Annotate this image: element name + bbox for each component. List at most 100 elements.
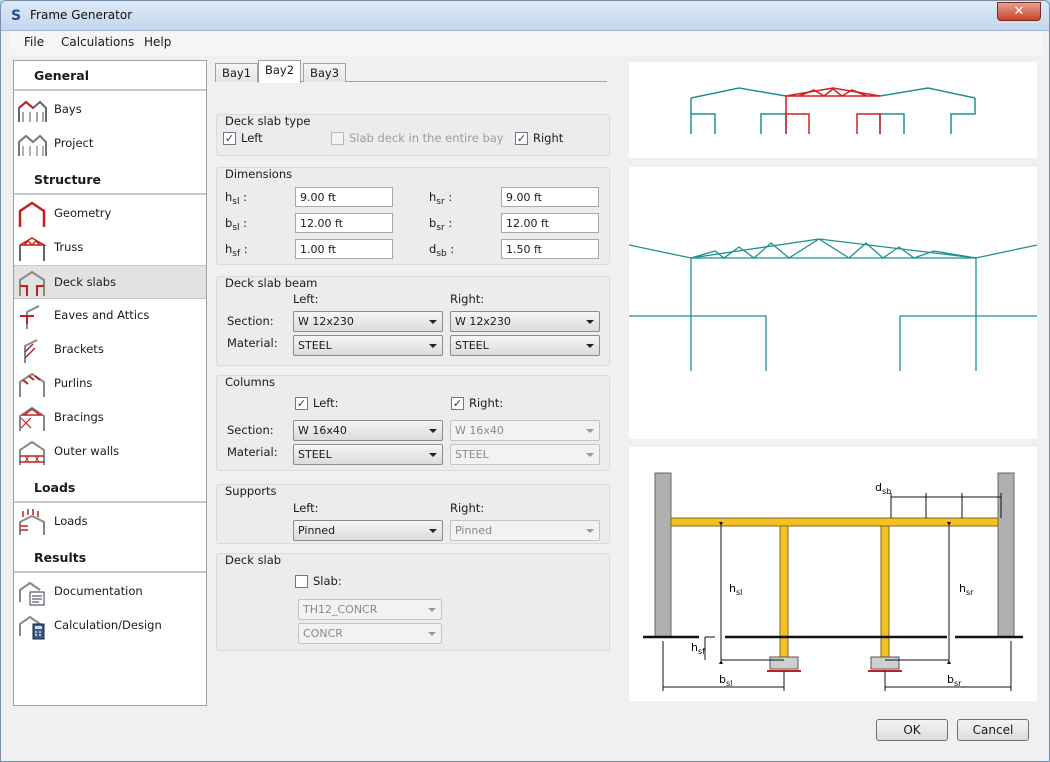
tab-bay3[interactable]: Bay3: [303, 63, 347, 82]
bsr-input[interactable]: 12.00 ft: [501, 213, 599, 233]
deck-right-checkbox[interactable]: ✓: [515, 132, 528, 145]
loads-icon: [19, 509, 45, 535]
deck-left-checkbox[interactable]: ✓: [223, 132, 236, 145]
supports-left-label: Left:: [293, 501, 319, 515]
cancel-button[interactable]: Cancel: [957, 719, 1029, 741]
tab-bay1[interactable]: Bay1: [215, 63, 259, 82]
sidebar-label-bays: Bays: [54, 102, 82, 116]
sidebar-item-deck-slabs[interactable]: Deck slabs: [14, 265, 206, 299]
front-preview: [628, 167, 1038, 439]
front-frame-drawing: [628, 238, 1038, 371]
columns-right-section-select[interactable]: W 16x40: [450, 420, 600, 441]
dim-hsr-label: hsr :: [429, 190, 453, 207]
slab-material-select[interactable]: CONCR: [298, 623, 442, 644]
sidebar-item-calculation-design[interactable]: Calculation/Design: [14, 609, 206, 643]
sidebar-label-eaves-attics: Eaves and Attics: [54, 308, 150, 322]
eaves-icon: [20, 305, 40, 329]
supports-left-select[interactable]: Pinned: [293, 520, 443, 541]
ok-button[interactable]: OK: [876, 719, 948, 741]
section-general: General: [14, 61, 206, 91]
hsf-input[interactable]: 1.00 ft: [295, 239, 393, 259]
columns-material-label: Material:: [227, 445, 278, 459]
section-loads: Loads: [14, 473, 206, 503]
beam-material-label: Material:: [227, 336, 278, 350]
columns-left-checkbox[interactable]: ✓: [295, 397, 308, 410]
menu-calculations[interactable]: Calculations: [61, 35, 134, 49]
sidebar-item-outer-walls[interactable]: Outer walls: [14, 435, 206, 469]
beam-left-section-select[interactable]: W 12x230: [293, 311, 443, 332]
sidebar-item-documentation[interactable]: Documentation: [14, 575, 206, 609]
deck-entire-checkbox[interactable]: [331, 132, 344, 145]
dsb-input[interactable]: 1.50 ft: [501, 239, 599, 259]
columns-left-section-select[interactable]: W 16x40: [293, 420, 443, 441]
bays-icon: [18, 100, 47, 122]
group-deck-slab-type: Deck slab type ✓ Left Slab deck in the e…: [216, 114, 610, 156]
columns-right-checkbox[interactable]: ✓: [451, 397, 464, 410]
purlins-icon: [19, 372, 45, 397]
group-supports: Supports Left: Right: Pinned Pinned: [216, 484, 610, 544]
overview-frame-drawing: [690, 87, 976, 134]
sidebar-item-project[interactable]: Project: [14, 127, 206, 161]
sidebar-item-bracings[interactable]: Bracings: [14, 401, 206, 435]
slab-label: Slab:: [313, 574, 342, 588]
beam-left-label: Left:: [293, 292, 319, 306]
columns-left-material-select[interactable]: STEEL: [293, 444, 443, 465]
truss-icon: [19, 237, 47, 261]
columns-left-label: Left:: [313, 396, 339, 410]
bay-tabs: Bay1 Bay2 Bay3: [215, 60, 607, 83]
sidebar-label-calculation-design: Calculation/Design: [54, 618, 162, 632]
hsl-input[interactable]: 9.00 ft: [295, 187, 393, 207]
beam-right-section-select[interactable]: W 12x230: [450, 311, 600, 332]
supports-right-select[interactable]: Pinned: [450, 520, 600, 541]
dim-hsf-label: hsf :: [225, 242, 248, 259]
deck-slabs-icon: [19, 270, 45, 296]
calculator-icon: [19, 615, 45, 640]
bsr-dim-label: bsr: [947, 673, 962, 688]
bsl-dim-label: bsl: [719, 673, 732, 688]
sidebar-item-eaves-attics[interactable]: Eaves and Attics: [14, 299, 206, 333]
group-title-columns: Columns: [225, 375, 276, 389]
columns-section-label: Section:: [227, 423, 274, 437]
supports-right-label: Right:: [450, 501, 485, 515]
slab-thickness-select[interactable]: TH12_CONCR: [298, 599, 442, 620]
dim-hsl-label: hsl :: [225, 190, 248, 207]
menu-bar: File Calculations Help: [9, 31, 1043, 55]
hsr-input[interactable]: 9.00 ft: [501, 187, 599, 207]
sidebar-label-brackets: Brackets: [54, 342, 104, 356]
slab-checkbox[interactable]: [295, 575, 308, 588]
outer-walls-icon: [19, 440, 45, 465]
tab-bay2[interactable]: Bay2: [258, 60, 302, 83]
hsr-dim-label: hsr: [959, 582, 974, 597]
bsl-input[interactable]: 12.00 ft: [295, 213, 393, 233]
sidebar-label-project: Project: [54, 136, 94, 150]
overview-preview: [629, 62, 1037, 158]
menu-help[interactable]: Help: [144, 35, 171, 49]
sidebar-item-bays[interactable]: Bays: [14, 93, 206, 127]
detail-drawing: dsb hsl hsr hsf bsl bsr: [643, 472, 1023, 691]
sidebar-item-geometry[interactable]: Geometry: [14, 197, 206, 231]
documentation-icon: [19, 581, 45, 606]
sidebar-label-deck-slabs: Deck slabs: [54, 275, 117, 289]
group-title-deck-slab: Deck slab: [225, 553, 282, 567]
sidebar-label-truss: Truss: [54, 240, 84, 254]
brackets-icon: [24, 339, 38, 363]
group-columns: Columns ✓ Left: ✓ Right: Section: W 16x4…: [216, 375, 610, 471]
title-bar: S Frame Generator ✕: [1, 1, 1049, 31]
beam-right-label: Right:: [450, 292, 485, 306]
sidebar-label-loads: Loads: [54, 514, 88, 528]
dsb-dim-label: dsb: [875, 481, 891, 496]
sidebar-item-loads[interactable]: Loads: [14, 505, 206, 539]
columns-right-material-select[interactable]: STEEL: [450, 444, 600, 465]
sidebar-item-purlins[interactable]: Purlins: [14, 367, 206, 401]
beam-left-material-select[interactable]: STEEL: [293, 335, 443, 356]
geometry-icon: [18, 201, 46, 227]
sidebar-item-truss[interactable]: Truss: [14, 231, 206, 265]
sidebar: General Bays Project Structure Geometry …: [13, 60, 207, 706]
beam-right-material-select[interactable]: STEEL: [450, 335, 600, 356]
section-results: Results: [14, 543, 206, 573]
menu-file[interactable]: File: [24, 35, 44, 49]
deck-left-label: Left: [241, 131, 263, 145]
close-icon[interactable]: ✕: [997, 2, 1041, 21]
sidebar-item-brackets[interactable]: Brackets: [14, 333, 206, 367]
columns-right-label: Right:: [469, 396, 504, 410]
